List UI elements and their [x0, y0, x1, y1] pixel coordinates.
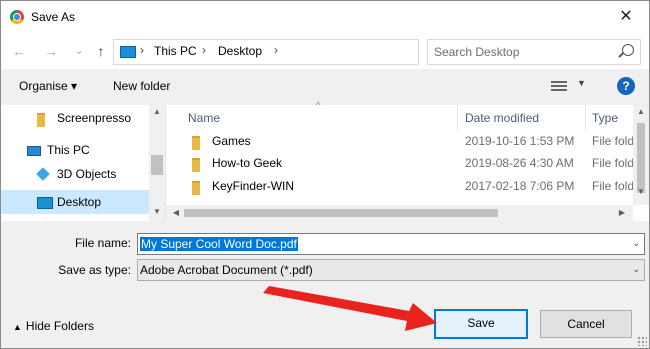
annotation-arrow [263, 286, 437, 331]
save-as-dialog: Save As ✕ ← → ⌄ ↑ › This PC › Desktop › … [0, 0, 650, 349]
arrow-shape [263, 286, 437, 331]
